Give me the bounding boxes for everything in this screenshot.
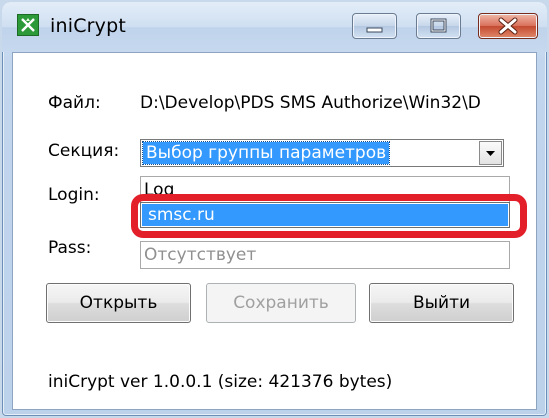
version-status-text: iniCrypt ver 1.0.0.1 (size: 421376 bytes… [48,372,393,392]
login-input[interactable]: Log [140,176,510,204]
client-area: Файл: D:\Develop\PDS SMS Authorize\Win32… [12,52,537,410]
pass-label: Pass: [48,238,92,258]
open-button[interactable]: Открыть [46,283,191,323]
exit-button[interactable]: Выйти [369,283,514,323]
dropdown-option-smsc[interactable]: smsc.ru [142,204,508,226]
app-window: iniCrypt Файл: D:\Develop\PDS SMS Author… [2,2,547,416]
app-crypt-icon[interactable] [17,14,39,36]
login-label: Login: [48,185,100,205]
title-bar[interactable]: iniCrypt [2,2,547,52]
file-label: Файл: [48,93,101,113]
dropdown-toggle-button[interactable] [479,141,502,165]
minimize-button[interactable] [352,13,397,39]
section-select-value: Выбор группы параметров [141,141,391,165]
minimize-icon [366,27,383,33]
chevron-down-icon [486,151,495,156]
section-select[interactable]: Выбор группы параметров [140,139,504,167]
maximize-button[interactable] [416,13,461,39]
window-title: iniCrypt [50,15,127,37]
section-dropdown-list[interactable]: smsc.ru [140,202,510,228]
close-icon [498,17,518,35]
pass-input[interactable]: Отсутствует [140,241,510,269]
maximize-icon [430,18,447,33]
section-label: Секция: [48,141,120,161]
close-button[interactable] [478,13,538,39]
save-button[interactable]: Сохранить [206,283,356,323]
file-path-value: D:\Develop\PDS SMS Authorize\Win32\D [140,93,481,113]
